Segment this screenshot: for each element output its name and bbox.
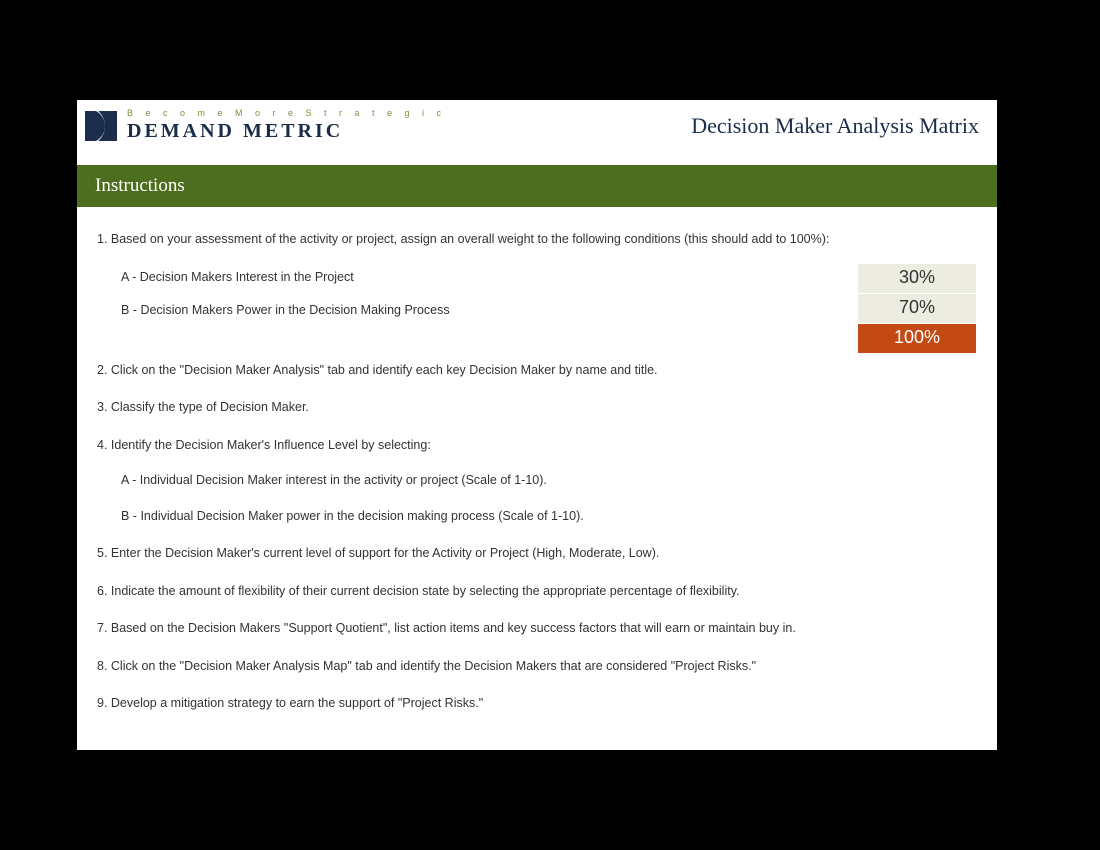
condition-a-label: A - Decision Makers Interest in the Proj… (121, 269, 857, 287)
logo-icon (85, 111, 117, 141)
logo-brand: DEMAND METRIC (127, 120, 446, 143)
logo-block: B e c o m e M o r e S t r a t e g i c DE… (85, 108, 446, 143)
step-8: 8. Click on the "Decision Maker Analysis… (97, 658, 977, 676)
logo-tagline: B e c o m e M o r e S t r a t e g i c (127, 108, 446, 118)
weight-total-cell: 100% (858, 323, 977, 353)
step-3: 3. Classify the type of Decision Maker. (97, 399, 977, 417)
conditions-row: A - Decision Makers Interest in the Proj… (97, 269, 977, 354)
document-page: B e c o m e M o r e S t r a t e g i c DE… (77, 100, 997, 750)
step-4b: B - Individual Decision Maker power in t… (97, 508, 977, 526)
weight-table: 30% 70% 100% (857, 263, 977, 354)
logo-text: B e c o m e M o r e S t r a t e g i c DE… (127, 108, 446, 143)
weight-a-cell[interactable]: 30% (858, 263, 977, 293)
step-4a: A - Individual Decision Maker interest i… (97, 472, 977, 490)
step-6: 6. Indicate the amount of flexibility of… (97, 583, 977, 601)
step-2: 2. Click on the "Decision Maker Analysis… (97, 362, 977, 380)
weight-b-cell[interactable]: 70% (858, 293, 977, 323)
step-5: 5. Enter the Decision Maker's current le… (97, 545, 977, 563)
step-9: 9. Develop a mitigation strategy to earn… (97, 695, 977, 713)
header: B e c o m e M o r e S t r a t e g i c DE… (77, 100, 997, 143)
step-1: 1. Based on your assessment of the activ… (97, 231, 977, 249)
step-7: 7. Based on the Decision Makers "Support… (97, 620, 977, 638)
condition-b-label: B - Decision Makers Power in the Decisio… (121, 302, 857, 320)
document-title: Decision Maker Analysis Matrix (691, 113, 979, 139)
step-4: 4. Identify the Decision Maker's Influen… (97, 437, 977, 455)
section-header: Instructions (77, 165, 997, 207)
condition-labels: A - Decision Makers Interest in the Proj… (97, 269, 857, 354)
content-area: 1. Based on your assessment of the activ… (77, 207, 997, 713)
